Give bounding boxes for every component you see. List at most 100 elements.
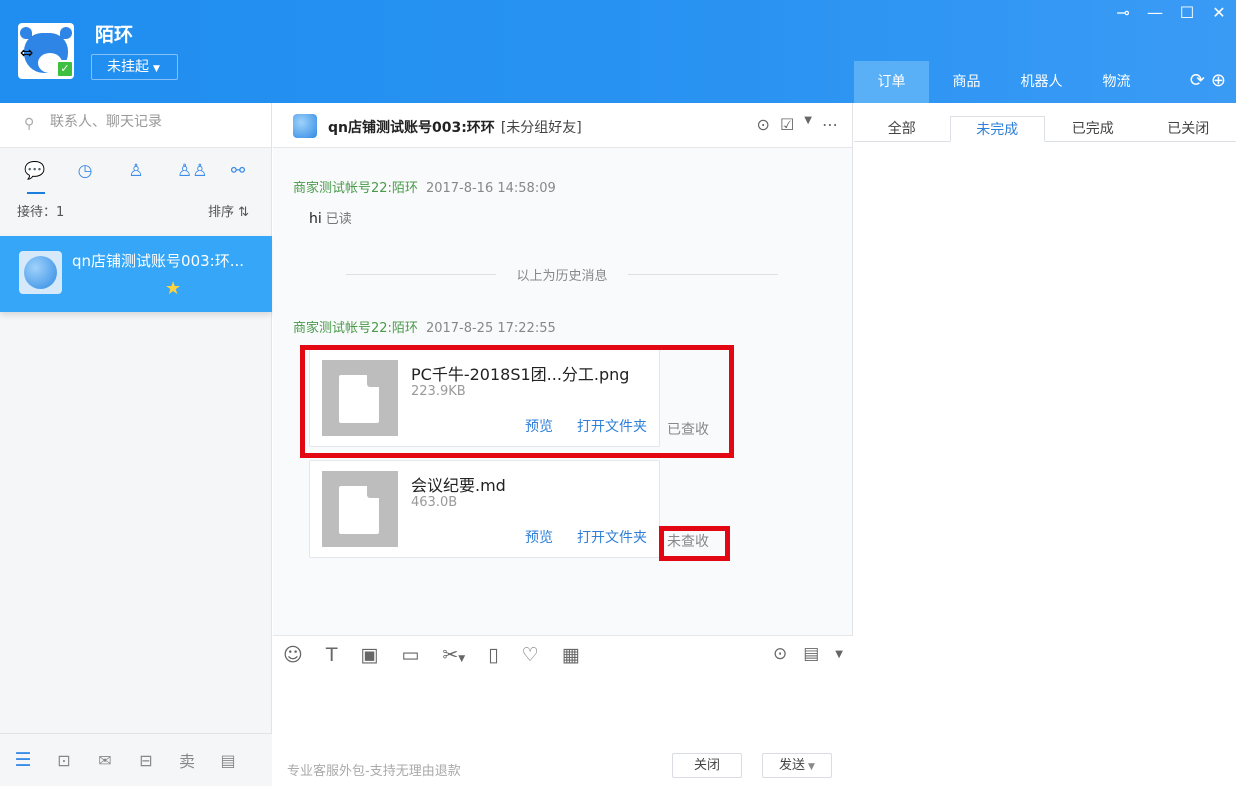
chat-window: qn店铺测试账号003:环环 [未分组好友] ⊙ ☑ ▼ ⋯ 商家测试帐号22:陌… bbox=[273, 103, 853, 786]
header-actions: ⟳ ⊕ bbox=[1190, 70, 1226, 91]
online-check-icon: ✓ bbox=[56, 60, 74, 78]
file-name: 会议纪要.md bbox=[411, 476, 506, 495]
layout-icon[interactable]: ▤ bbox=[219, 751, 237, 770]
store-icon[interactable]: ⊟ bbox=[137, 751, 155, 770]
heart-icon[interactable]: ♡ bbox=[522, 644, 539, 666]
composer-toolbar-right: ⊙ ▤ ▼ bbox=[773, 644, 843, 664]
history-separator: 以上为历史消息 bbox=[346, 265, 778, 284]
message-sender: 商家测试帐号22:陌环 bbox=[293, 181, 418, 196]
open-folder-link[interactable]: 打开文件夹 bbox=[577, 527, 647, 547]
order-panel: 全部 未完成 已完成 已关闭 bbox=[854, 103, 1236, 786]
minimize-icon[interactable]: — bbox=[1146, 3, 1164, 22]
chat-title: qn店铺测试账号003:环环 [未分组好友] bbox=[328, 117, 582, 137]
mail-icon[interactable]: ✉ bbox=[96, 751, 114, 770]
image-icon[interactable]: ▣ bbox=[360, 644, 378, 666]
message-sender: 商家测试帐号22:陌环 bbox=[293, 321, 418, 336]
vibrate-icon[interactable]: ▯ bbox=[488, 644, 498, 666]
tab-robot[interactable]: 机器人 bbox=[1004, 61, 1079, 103]
contact-sidebar: ⚲ 💬 ◷ ♙ ♙♙ ⚯ 接待：1 排序 ⇅ qn店铺测试账号003:环... … bbox=[0, 103, 272, 786]
chevron-down-icon[interactable]: ▼ bbox=[808, 762, 815, 772]
chevron-down-icon: ▼ bbox=[153, 64, 160, 74]
contact-avatar bbox=[19, 251, 62, 294]
close-icon[interactable]: ✕ bbox=[1210, 3, 1228, 22]
conversation-item[interactable]: qn店铺测试账号003:环... ★ bbox=[0, 236, 272, 312]
sidebar-bottom-toolbar: ☰ ⊡ ✉ ⊟ 卖 ▤ bbox=[0, 733, 272, 786]
top-header: ✓ ⇔ 陌环 未挂起 ▼ ⊸ — ☐ ✕ 订单 商品 机器人 物流 ⟳ ⊕ bbox=[0, 0, 1236, 103]
tab-logistics[interactable]: 物流 bbox=[1079, 61, 1154, 103]
message-time: 2017-8-25 17:22:55 bbox=[425, 321, 556, 336]
reception-count: 接待：1 bbox=[17, 204, 65, 220]
star-icon: ★ bbox=[165, 278, 182, 299]
read-status: 已读 bbox=[325, 212, 352, 227]
tab-closed[interactable]: 已关闭 bbox=[1141, 116, 1236, 141]
org-icon[interactable]: ⚯ bbox=[228, 161, 248, 181]
refresh-icon[interactable]: ⟳ bbox=[1190, 70, 1205, 91]
service-tip[interactable]: 专业客服外包-支持无理由退款 bbox=[287, 760, 461, 779]
task-icon[interactable]: ☑ bbox=[780, 115, 794, 134]
tab-products[interactable]: 商品 bbox=[929, 61, 1004, 103]
contact-avatar bbox=[293, 114, 317, 138]
shop-icon[interactable]: ⊡ bbox=[55, 751, 73, 770]
contact-icon[interactable]: ♙ bbox=[126, 161, 146, 181]
maximize-icon[interactable]: ☐ bbox=[1178, 3, 1196, 22]
sell-icon[interactable]: 卖 bbox=[178, 748, 196, 772]
calculator-icon[interactable]: ▦ bbox=[562, 644, 580, 666]
close-button[interactable]: 关闭 bbox=[672, 753, 742, 778]
group-icon[interactable]: ♙♙ bbox=[177, 161, 207, 181]
tab-all[interactable]: 全部 bbox=[854, 116, 950, 141]
chat-icon[interactable]: 💬 bbox=[24, 161, 45, 181]
chevron-down-icon[interactable]: ▼ bbox=[804, 115, 812, 134]
conversation-name: qn店铺测试账号003:环... bbox=[72, 252, 245, 270]
message-time: 2017-8-16 14:58:09 bbox=[425, 181, 556, 196]
highlight-box bbox=[300, 345, 734, 458]
pin-icon[interactable]: ⊸ bbox=[1114, 3, 1132, 22]
chat-contact-name: qn店铺测试账号003:环环 bbox=[328, 120, 495, 136]
chat-contact-group: [未分组好友] bbox=[500, 120, 582, 136]
sort-button[interactable]: 排序 ⇅ bbox=[208, 201, 249, 220]
search-icon: ⚲ bbox=[24, 116, 35, 132]
status-label: 未挂起 bbox=[107, 59, 149, 75]
chat-header-tools: ⊙ ☑ ▼ ⋯ bbox=[757, 115, 838, 134]
reception-stats: 接待：1 排序 ⇅ bbox=[0, 194, 271, 226]
window-controls: ⊸ — ☐ ✕ bbox=[1114, 3, 1228, 22]
menu-icon[interactable]: ☰ bbox=[14, 749, 32, 771]
sidebar-nav: 💬 ◷ ♙ ♙♙ ⚯ bbox=[0, 148, 271, 194]
send-label: 发送 bbox=[779, 758, 806, 773]
font-icon[interactable]: T bbox=[326, 644, 338, 666]
file-icon bbox=[322, 471, 398, 547]
status-dropdown[interactable]: 未挂起 ▼ bbox=[91, 54, 178, 80]
tab-orders[interactable]: 订单 bbox=[854, 61, 929, 103]
search-bar: ⚲ bbox=[0, 103, 271, 148]
preview-link[interactable]: 预览 bbox=[525, 527, 553, 547]
transfer-icon[interactable]: ⊙ bbox=[773, 644, 787, 664]
quick-reply-icon[interactable]: ⊙ bbox=[757, 115, 770, 134]
history-icon[interactable]: ◷ bbox=[75, 161, 95, 181]
tab-completed[interactable]: 已完成 bbox=[1045, 116, 1141, 141]
right-panel-tabs: 订单 商品 机器人 物流 bbox=[854, 61, 1154, 103]
highlight-box bbox=[659, 526, 730, 561]
folder-icon[interactable]: ▭ bbox=[401, 644, 419, 666]
chat-header: qn店铺测试账号003:环环 [未分组好友] ⊙ ☑ ▼ ⋯ bbox=[273, 103, 852, 148]
message-body: hi bbox=[309, 211, 322, 227]
composer-toolbar: ☺ T ▣ ▭ ✂▼ ▯ ♡ ▦ bbox=[283, 644, 580, 666]
send-button[interactable]: 发送 ▼ bbox=[762, 753, 832, 778]
order-status-tabs: 全部 未完成 已完成 已关闭 bbox=[854, 116, 1236, 142]
resize-cursor-icon: ⇔ bbox=[20, 43, 34, 62]
file-size: 463.0B bbox=[411, 495, 458, 510]
username: 陌环 bbox=[95, 24, 134, 46]
message-composer: ☺ T ▣ ▭ ✂▼ ▯ ♡ ▦ ⊙ ▤ ▼ 专业客服外包-支持无理由退款 关闭… bbox=[273, 635, 853, 786]
more-icon[interactable]: ⋯ bbox=[822, 115, 838, 134]
message-meta: 商家测试帐号22:陌环 2017-8-25 17:22:55 bbox=[293, 317, 556, 336]
message-text: hi 已读 bbox=[309, 208, 352, 227]
emoji-icon[interactable]: ☺ bbox=[283, 644, 303, 666]
tab-incomplete[interactable]: 未完成 bbox=[949, 116, 1046, 142]
add-icon[interactable]: ⊕ bbox=[1211, 70, 1226, 91]
search-input[interactable] bbox=[50, 114, 250, 130]
history-record-icon[interactable]: ▤ bbox=[803, 644, 819, 664]
file-actions: 预览 打开文件夹 bbox=[525, 527, 647, 547]
file-card[interactable]: 会议纪要.md 463.0B 预览 打开文件夹 bbox=[309, 460, 660, 558]
nav-active-indicator bbox=[27, 192, 45, 194]
scissors-icon[interactable]: ✂▼ bbox=[442, 644, 465, 666]
message-meta: 商家测试帐号22:陌环 2017-8-16 14:58:09 bbox=[293, 177, 556, 196]
chevron-down-icon[interactable]: ▼ bbox=[835, 649, 843, 660]
